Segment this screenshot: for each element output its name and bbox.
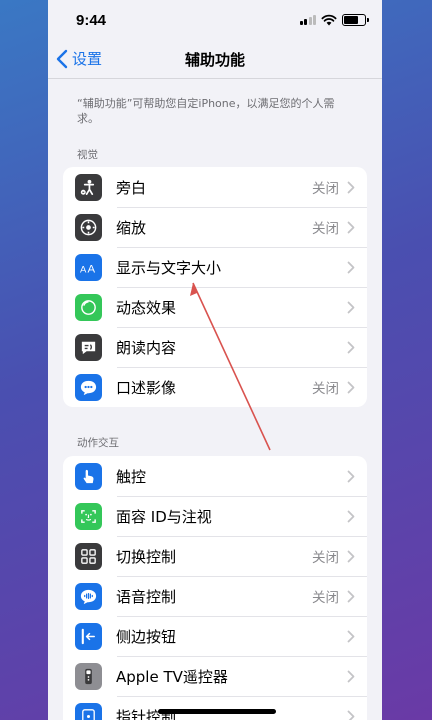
- svg-text:A: A: [80, 264, 87, 275]
- home-indicator: [158, 709, 276, 714]
- row-touch[interactable]: 触控: [63, 456, 367, 496]
- side-button-icon: [75, 622, 102, 650]
- row-label: 切换控制: [116, 547, 177, 566]
- row-label: 触控: [116, 467, 147, 486]
- section-header-interaction: 动作交互: [77, 437, 119, 449]
- chevron-right-icon: [347, 470, 355, 482]
- chevron-right-icon: [347, 181, 355, 193]
- row-side-button[interactable]: 侧边按钮: [63, 616, 367, 656]
- row-spoken-content[interactable]: 朗读内容: [63, 327, 367, 367]
- interaction-settings-group: 触控 面容 ID与注视 切换控制 关闭 语音控制 关闭 侧边按钮 Apple T…: [63, 456, 367, 720]
- row-label: 显示与文字大小: [116, 258, 222, 277]
- vision-settings-group: 旁白 关闭 缩放 关闭 AA 显示与文字大小 动态效果 朗读内容 口述影像 关闭: [63, 167, 367, 407]
- cellular-signal-icon: [299, 15, 316, 25]
- face-id-icon: [75, 502, 102, 530]
- chevron-right-icon: [347, 670, 355, 682]
- navigation-bar: 设置 辅助功能: [48, 40, 382, 78]
- row-label: 朗读内容: [116, 338, 177, 357]
- row-audio-descriptions[interactable]: 口述影像 关闭: [63, 367, 367, 407]
- row-voiceover[interactable]: 旁白 关闭: [63, 167, 367, 207]
- section-header-vision: 视觉: [77, 149, 98, 161]
- chevron-right-icon: [347, 341, 355, 353]
- chevron-right-icon: [347, 510, 355, 522]
- row-label: 侧边按钮: [116, 627, 177, 646]
- chevron-right-icon: [347, 381, 355, 393]
- row-value: 关闭: [312, 381, 339, 397]
- row-motion[interactable]: 动态效果: [63, 287, 367, 327]
- wifi-icon: [321, 14, 337, 26]
- zoom-icon: [75, 213, 102, 241]
- chevron-right-icon: [347, 261, 355, 273]
- back-button-label: 设置: [72, 50, 103, 68]
- phone-screen: 9:44 设置 辅助功能 “辅助功能”可帮助您自定iPhone，以满足您的个人需…: [48, 0, 382, 720]
- apple-tv-remote-icon: [75, 662, 102, 690]
- touch-icon: [75, 462, 102, 490]
- chevron-right-icon: [347, 590, 355, 602]
- row-label: 口述影像: [116, 378, 177, 397]
- row-apple-tv-remote[interactable]: Apple TV遥控器: [63, 656, 367, 696]
- chevron-left-icon: [56, 49, 68, 68]
- back-button[interactable]: 设置: [56, 48, 102, 69]
- pointer-control-icon: [75, 702, 102, 720]
- display-text-size-icon: AA: [75, 253, 102, 281]
- status-time: 9:44: [76, 11, 107, 29]
- row-face-id-attention[interactable]: 面容 ID与注视: [63, 496, 367, 536]
- row-label: 旁白: [116, 178, 147, 197]
- voiceover-icon: [75, 173, 102, 201]
- row-value: 关闭: [312, 550, 339, 566]
- status-bar: 9:44: [48, 0, 382, 40]
- audio-descriptions-icon: [75, 373, 102, 401]
- row-zoom[interactable]: 缩放 关闭: [63, 207, 367, 247]
- row-label: 语音控制: [116, 587, 177, 606]
- row-display-text-size[interactable]: AA 显示与文字大小: [63, 247, 367, 287]
- row-value: 关闭: [312, 181, 339, 197]
- voice-control-icon: [75, 582, 102, 610]
- battery-icon: [342, 14, 369, 26]
- row-label: 动态效果: [116, 298, 177, 317]
- spoken-content-icon: [75, 333, 102, 361]
- row-value: 关闭: [312, 221, 339, 237]
- nav-divider: [48, 78, 382, 79]
- chevron-right-icon: [347, 301, 355, 313]
- row-pointer-control[interactable]: 指针控制: [63, 696, 367, 720]
- switch-control-icon: [75, 542, 102, 570]
- row-voice-control[interactable]: 语音控制 关闭: [63, 576, 367, 616]
- status-icons: [299, 14, 369, 26]
- chevron-right-icon: [347, 221, 355, 233]
- intro-text: “辅助功能”可帮助您自定iPhone，以满足您的个人需求。: [77, 97, 335, 125]
- chevron-right-icon: [347, 630, 355, 642]
- svg-text:A: A: [88, 263, 96, 275]
- row-value: 关闭: [312, 590, 339, 606]
- row-label: Apple TV遥控器: [116, 667, 228, 686]
- page-title: 辅助功能: [184, 50, 245, 69]
- motion-icon: [75, 293, 102, 321]
- row-label: 缩放: [116, 218, 147, 237]
- row-label: 面容 ID与注视: [116, 507, 212, 526]
- row-switch-control[interactable]: 切换控制 关闭: [63, 536, 367, 576]
- chevron-right-icon: [347, 550, 355, 562]
- chevron-right-icon: [347, 710, 355, 720]
